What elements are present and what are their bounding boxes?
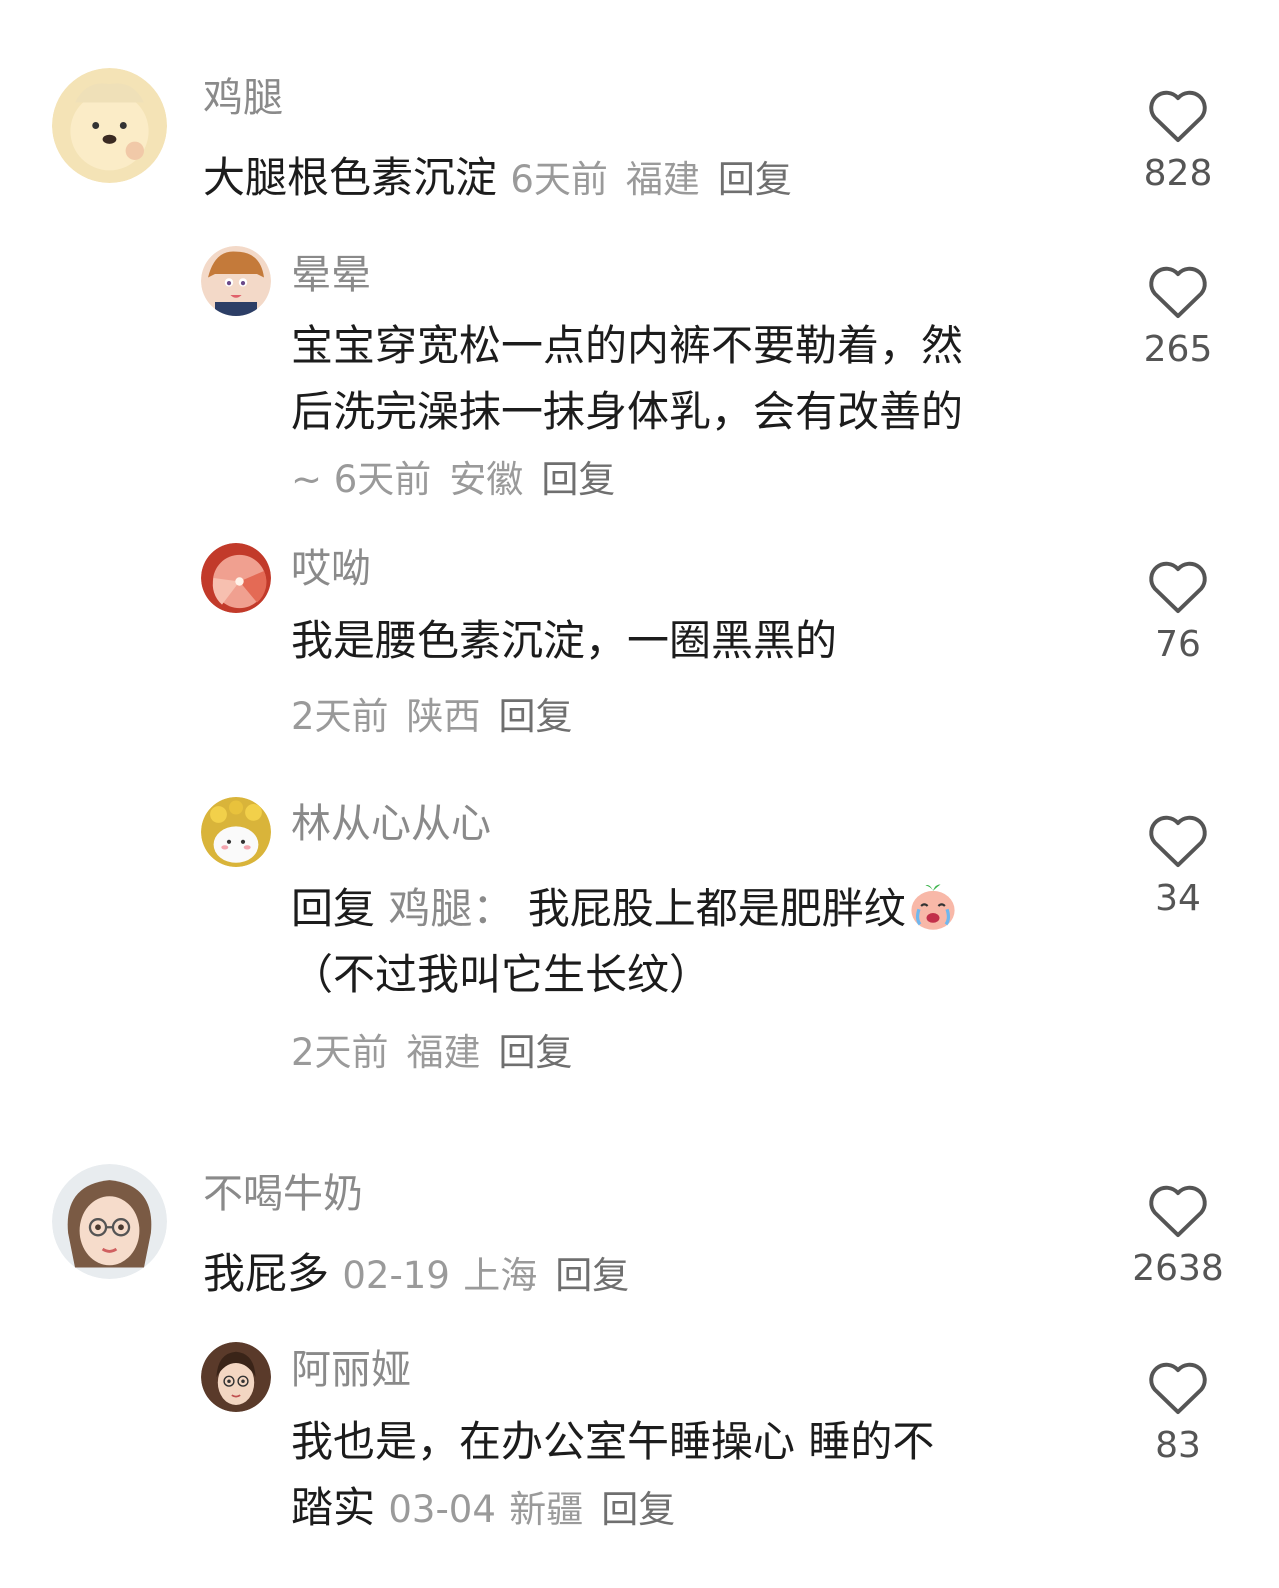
location: 新疆	[509, 1488, 584, 1531]
like-button[interactable]: 2638	[1123, 1181, 1233, 1291]
heart-outline-icon	[1149, 815, 1207, 868]
timestamp: 6天前	[510, 158, 608, 201]
comment-body: 大腿根色素沉淀	[203, 153, 498, 202]
location: 陕西	[406, 695, 481, 738]
like-button[interactable]: 34	[1123, 811, 1233, 921]
heart-outline-icon	[1149, 1185, 1207, 1238]
crying-face-emoji	[911, 884, 955, 930]
heart-outline-icon	[1149, 90, 1207, 143]
timestamp: ~ 6天前	[291, 458, 432, 501]
avatar[interactable]	[201, 1342, 271, 1412]
comment-meta: ~ 6天前 安徽 回复	[291, 456, 615, 504]
avatar[interactable]	[201, 246, 271, 316]
reply-button[interactable]: 回复	[499, 695, 573, 738]
comment-meta: 2天前 陕西 回复	[291, 693, 573, 741]
location: 福建	[625, 158, 700, 201]
like-count: 265	[1143, 329, 1213, 370]
comment-text: 我是腰色素沉淀，一圈黑黑的	[291, 608, 837, 674]
location: 安徽	[449, 458, 524, 501]
avatar[interactable]	[201, 543, 271, 613]
avatar[interactable]	[52, 68, 167, 183]
avatar[interactable]	[52, 1164, 167, 1279]
comment-body-line: （不过我叫它生长纹）	[291, 950, 712, 999]
like-count: 76	[1155, 624, 1201, 665]
like-button[interactable]: 828	[1123, 86, 1233, 196]
username[interactable]: 哎呦	[291, 545, 371, 593]
avatar[interactable]	[201, 797, 271, 867]
heart-outline-icon	[1149, 266, 1207, 319]
heart-outline-icon	[1149, 561, 1207, 614]
like-count: 828	[1143, 153, 1213, 194]
username[interactable]: 不喝牛奶	[203, 1170, 363, 1218]
comment-text: 我屁多 02-19 上海 回复	[203, 1241, 629, 1309]
username[interactable]: 阿丽娅	[291, 1346, 411, 1394]
like-button[interactable]: 76	[1123, 557, 1233, 667]
location: 上海	[463, 1254, 538, 1297]
comment-body-line: 我也是，在办公室午睡操心 睡的不	[291, 1417, 935, 1466]
comment-text: 大腿根色素沉淀 6天前 福建 回复	[203, 145, 792, 213]
comment-text: 回复 鸡腿： 我屁股上都是肥胖纹 （不过我叫它生长纹）	[291, 876, 960, 1008]
timestamp: 2天前	[291, 1031, 389, 1074]
comment-body-line: 踏实 03-04 新疆 回复	[291, 1475, 934, 1543]
reply-button[interactable]: 回复	[555, 1254, 629, 1297]
comment-meta: 2天前 福建 回复	[291, 1029, 573, 1077]
comment-body-line: 宝宝穿宽松一点的内裤不要勒着，然	[291, 321, 964, 370]
comment-text: 我也是，在办公室午睡操心 睡的不 踏实 03-04 新疆 回复	[291, 1409, 934, 1543]
comment-text: 宝宝穿宽松一点的内裤不要勒着，然 后洗完澡抹一抹身体乳，会有改善的	[291, 313, 963, 445]
like-count: 34	[1155, 878, 1201, 919]
like-count: 2638	[1132, 1248, 1224, 1289]
username[interactable]: 晕晕	[291, 251, 371, 299]
comment-body-line: 回复 鸡腿： 我屁股上都是肥胖纹	[291, 876, 960, 942]
like-count: 83	[1155, 1425, 1201, 1466]
mention[interactable]: 鸡腿：	[388, 884, 514, 933]
comment-body: 我是腰色素沉淀，一圈黑黑的	[291, 616, 838, 665]
location: 福建	[406, 1031, 481, 1074]
heart-outline-icon	[1149, 1362, 1207, 1415]
comment-body: 我屁多	[203, 1249, 330, 1298]
timestamp: 03-04	[388, 1488, 496, 1531]
reply-button[interactable]: 回复	[541, 458, 615, 501]
timestamp: 02-19	[342, 1254, 450, 1297]
username[interactable]: 鸡腿	[203, 74, 283, 122]
reply-button[interactable]: 回复	[499, 1031, 573, 1074]
reply-button[interactable]: 回复	[601, 1488, 675, 1531]
reply-prefix: 回复	[291, 884, 376, 933]
timestamp: 2天前	[291, 695, 389, 738]
username[interactable]: 林从心从心	[291, 800, 491, 848]
reply-button[interactable]: 回复	[718, 158, 792, 201]
comment-body: 我屁股上都是肥胖纹	[527, 884, 906, 933]
comment-body-line: 后洗完澡抹一抹身体乳，会有改善的	[291, 387, 964, 436]
like-button[interactable]: 83	[1123, 1358, 1233, 1468]
like-button[interactable]: 265	[1123, 262, 1233, 372]
comment-body: 踏实	[291, 1483, 376, 1532]
